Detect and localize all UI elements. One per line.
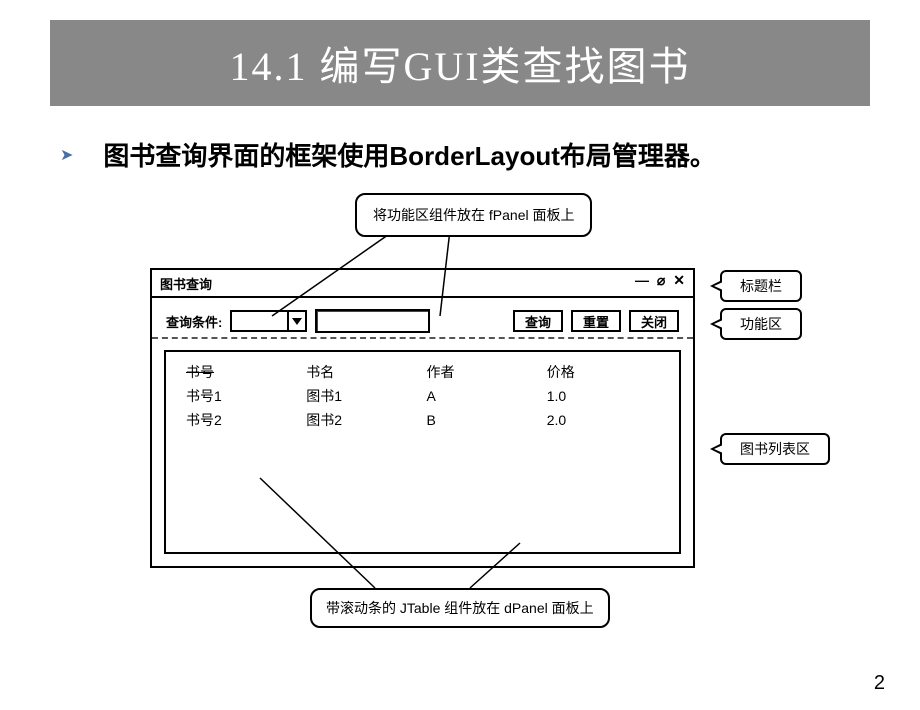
window-titlebar: 图书查询 — ⌀ ✕ <box>152 270 693 298</box>
table-panel: 书号 书名 作者 价格 书号1 图书1 A 1.0 书号2 图书2 B 2.0 <box>164 350 681 554</box>
combobox-dropdown-button[interactable] <box>287 312 305 330</box>
cell: 图书2 <box>302 408 422 432</box>
criteria-combobox[interactable] <box>230 310 307 332</box>
cell: 书号2 <box>182 408 302 432</box>
table-header-row: 书号 书名 作者 价格 <box>182 360 663 384</box>
page-number: 2 <box>874 672 885 695</box>
bullet-line: ➤ 图书查询界面的框架使用BorderLayout布局管理器。 <box>60 136 860 173</box>
diagram-area: 将功能区组件放在 fPanel 面板上 图书查询 — ⌀ ✕ 查询条件: 查询 … <box>40 193 880 638</box>
region-divider-line <box>152 337 693 339</box>
callout-bottom: 带滚动条的 JTable 组件放在 dPanel 面板上 <box>310 588 610 628</box>
window-controls-icon[interactable]: — ⌀ ✕ <box>635 272 687 289</box>
cell: 书号1 <box>182 384 302 408</box>
bullet-arrow-icon: ➤ <box>60 145 73 165</box>
query-input[interactable] <box>315 309 430 333</box>
callout-top: 将功能区组件放在 fPanel 面板上 <box>355 193 592 237</box>
combobox-value[interactable] <box>232 312 287 330</box>
col-header-id: 书号 <box>182 360 302 384</box>
col-header-price: 价格 <box>543 360 663 384</box>
col-header-name: 书名 <box>302 360 422 384</box>
annotation-titlebar: 标题栏 <box>720 270 802 302</box>
col-header-author: 作者 <box>423 360 543 384</box>
cell: A <box>423 384 543 408</box>
annotation-list: 图书列表区 <box>720 433 830 465</box>
app-window: 图书查询 — ⌀ ✕ 查询条件: 查询 重置 关闭 书号 书名 作者 <box>150 268 695 568</box>
close-button[interactable]: 关闭 <box>629 310 679 332</box>
window-title: 图书查询 <box>160 274 212 293</box>
query-button[interactable]: 查询 <box>513 310 563 332</box>
cell: B <box>423 408 543 432</box>
bullet-text: 图书查询界面的框架使用BorderLayout布局管理器。 <box>103 136 715 173</box>
book-table: 书号 书名 作者 价格 书号1 图书1 A 1.0 书号2 图书2 B 2.0 <box>182 360 663 432</box>
slide-title: 14.1 编写GUI类查找图书 <box>50 20 870 106</box>
query-label: 查询条件: <box>166 312 222 331</box>
annotation-function: 功能区 <box>720 308 802 340</box>
table-row: 书号2 图书2 B 2.0 <box>182 408 663 432</box>
cell: 图书1 <box>302 384 422 408</box>
cell: 2.0 <box>543 408 663 432</box>
table-row: 书号1 图书1 A 1.0 <box>182 384 663 408</box>
chevron-down-icon <box>292 318 302 325</box>
cell: 1.0 <box>543 384 663 408</box>
reset-button[interactable]: 重置 <box>571 310 621 332</box>
